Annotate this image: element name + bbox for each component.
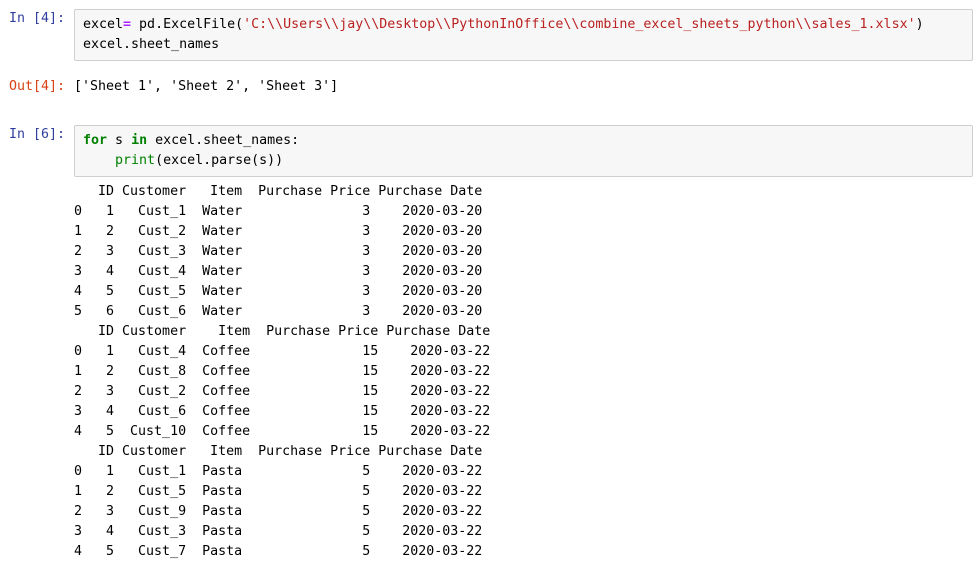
cell-gap-1 — [0, 61, 975, 73]
code-token-filepath-string: 'C:\\Users\\jay\\Desktop\\PythonInOffice… — [243, 17, 916, 32]
output-cell-2: ID Customer Item Purchase Price Purchase… — [0, 177, 975, 562]
sheet-2-dataframe: ID Customer Item Purchase Price Purchase… — [74, 324, 491, 439]
code-token-keyword-for: for — [83, 133, 108, 148]
sheet-3-dataframe: ID Customer Item Purchase Price Purchase… — [74, 444, 483, 559]
code-editor-2[interactable]: for s in excel.sheet_names: print(excel.… — [74, 125, 973, 177]
sheet-names-result: ['Sheet 1', 'Sheet 2', 'Sheet 3'] — [74, 79, 339, 94]
code-token-keyword-in: in — [131, 133, 148, 148]
code-token-assign-operator: = — [123, 17, 132, 32]
code-cell-1[interactable]: In [4]: excel= pd.ExcelFile('C:\\Users\\… — [0, 0, 975, 61]
code-line-group-1: excel= pd.ExcelFile('C:\\Users\\jay\\Des… — [83, 15, 968, 55]
notebook-container: In [4]: excel= pd.ExcelFile('C:\\Users\\… — [0, 0, 975, 562]
sheet-1-dataframe: ID Customer Item Purchase Price Purchase… — [74, 184, 483, 319]
input-prompt-2: In [6]: — [8, 127, 65, 142]
input-prompt-1: In [4]: — [8, 11, 65, 26]
output-area-1: ['Sheet 1', 'Sheet 2', 'Sheet 3'] — [74, 77, 975, 97]
output-prompt-1: Out[4]: — [8, 79, 65, 94]
code-token-iterable: excel.sheet_names: — [147, 133, 300, 148]
output-cell-1: Out[4]: ['Sheet 1', 'Sheet 2', 'Sheet 3'… — [0, 73, 975, 97]
code-token-close-paren: ) — [915, 17, 924, 32]
code-token-loop-variable: s — [107, 133, 132, 148]
code-token-call: pd.ExcelFile( — [131, 17, 244, 32]
code-token-print-args: (excel.parse(s)) — [155, 153, 284, 168]
code-cell-2[interactable]: In [6]: for s in excel.sheet_names: prin… — [0, 116, 975, 177]
code-editor-1[interactable]: excel= pd.ExcelFile('C:\\Users\\jay\\Des… — [74, 9, 973, 61]
output-area-2: ID Customer Item Purchase Price Purchase… — [74, 182, 975, 562]
cell-gap-2 — [0, 97, 975, 116]
code-line-group-2: for s in excel.sheet_names: print(excel.… — [83, 131, 968, 171]
code-token-variable: excel — [83, 17, 124, 32]
code-token-sheet-names-expr: excel.sheet_names — [83, 37, 220, 52]
code-token-print-builtin: print — [115, 153, 156, 168]
code-token-indent — [83, 153, 115, 168]
